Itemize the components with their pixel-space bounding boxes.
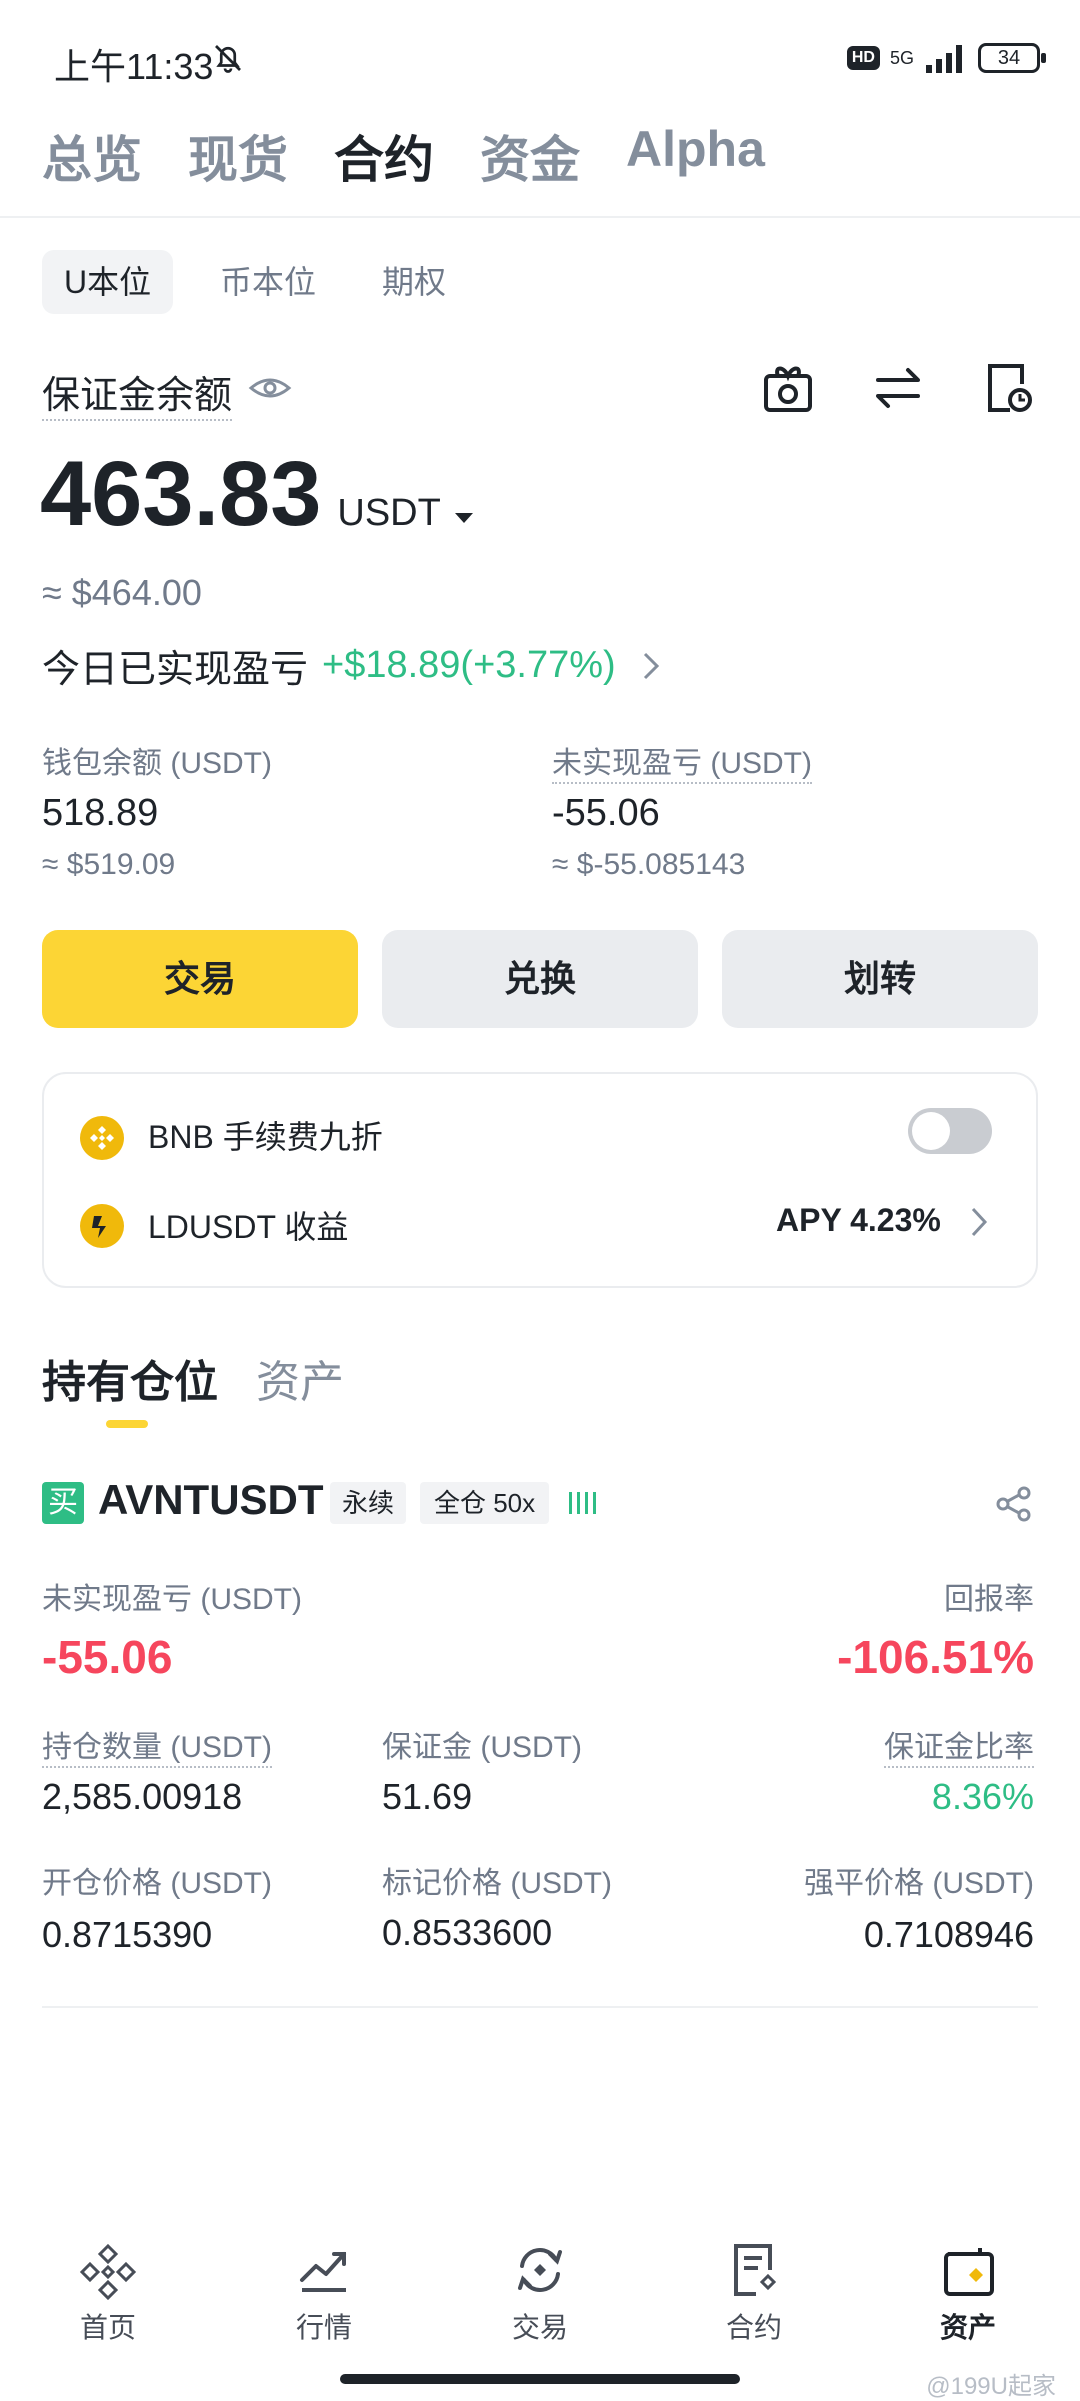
wallet-balance-value: 518.89: [42, 792, 159, 834]
top-tabs: 总览 现货 合约 资金 Alpha: [42, 120, 765, 192]
unrealized-pnl-value: -55.06: [552, 792, 660, 834]
risk-bars-icon: [569, 1492, 596, 1514]
watermark: @199U起家: [926, 2373, 1056, 2400]
bell-muted-icon: [215, 45, 241, 73]
active-tab-indicator: [106, 1420, 148, 1428]
tab-spot[interactable]: 现货: [188, 120, 288, 192]
wallet-icon: [944, 2248, 994, 2296]
mark-price-label: 标记价格 (USDT): [382, 1867, 612, 1900]
roe-value: -106.51%: [837, 1631, 1034, 1683]
status-time: 上午11:33: [54, 46, 214, 87]
margin-ratio-value: 8.36%: [931, 1776, 1034, 1817]
status-icons: HD 5G 34: [846, 40, 1046, 76]
position-pnl-value: -55.06: [42, 1631, 173, 1683]
today-pnl-value: +$18.89(+3.77%): [322, 644, 616, 686]
chevron-right-icon[interactable]: [970, 1206, 988, 1238]
mark-price-value: 0.8533600: [382, 1912, 553, 1953]
margin-approx: ≈ $464.00: [42, 572, 202, 613]
tab-futures[interactable]: 合约: [334, 120, 434, 192]
nav-markets-label: 行情: [295, 2312, 352, 2343]
position-size-value: 2,585.00918: [42, 1776, 243, 1817]
wallet-balance-label: 钱包余额 (USDT): [42, 747, 272, 780]
ldusdt-icon: [80, 1204, 124, 1248]
buy-badge: 买: [42, 1482, 84, 1524]
futures-doc-icon: [734, 2244, 777, 2296]
share-icon[interactable]: [994, 1484, 1034, 1524]
signal-icon: [926, 45, 962, 73]
tab-funding[interactable]: 资金: [480, 120, 580, 192]
eye-icon[interactable]: [248, 370, 292, 406]
bnb-icon: [80, 1116, 124, 1160]
margin-unit[interactable]: USDT: [337, 492, 440, 535]
wallet-balance-approx: ≈ $519.09: [42, 848, 176, 881]
position-symbol[interactable]: AVNTUSDT: [98, 1476, 324, 1524]
caret-down-icon[interactable]: [453, 511, 475, 525]
tab-positions[interactable]: 持有仓位: [42, 1346, 218, 1410]
home-indicator[interactable]: [340, 2374, 740, 2384]
network-label: 5G: [889, 48, 914, 68]
entry-price-label: 开仓价格 (USDT): [42, 1867, 272, 1900]
nav-trade-label: 交易: [511, 2312, 568, 2343]
position-size-label[interactable]: 持仓数量 (USDT): [42, 1722, 272, 1768]
nav-assets-label: 资产: [939, 2312, 996, 2343]
binance-home-icon: [79, 2243, 137, 2300]
ldusdt-label: LDUSDT 收益: [148, 1209, 349, 1245]
margin-value-row: 463.83 USDT: [40, 442, 475, 547]
unrealized-pnl-label[interactable]: 未实现盈亏 (USDT): [552, 738, 812, 784]
liquidation-price-label: 强平价格 (USDT): [804, 1867, 1034, 1900]
nav-futures-label: 合约: [725, 2312, 782, 2343]
tab-alpha[interactable]: Alpha: [626, 120, 765, 192]
subtab-coinm[interactable]: 币本位: [198, 250, 338, 314]
toggle-knob: [912, 1112, 950, 1150]
position-pnl-label: 未实现盈亏 (USDT): [42, 1583, 302, 1616]
unrealized-pnl-approx: ≈ $-55.085143: [552, 848, 746, 881]
swap-arrows-icon[interactable]: [870, 360, 926, 416]
position-margin-label: 保证金 (USDT): [382, 1731, 582, 1764]
transfer-button[interactable]: 划转: [722, 930, 1038, 1028]
margin-ratio-label[interactable]: 保证金比率: [884, 1722, 1034, 1768]
liquidation-price-value: 0.7108946: [863, 1914, 1034, 1955]
margin-value: 463.83: [40, 443, 322, 545]
bnb-fee-label: BNB 手续费九折: [148, 1119, 383, 1155]
ldusdt-apy[interactable]: APY 4.23%: [776, 1202, 941, 1239]
tab-assets[interactable]: 资产: [256, 1346, 344, 1410]
nav-home[interactable]: 首页: [38, 2240, 178, 2346]
tab-overview[interactable]: 总览: [42, 120, 142, 192]
fee-earn-card: [42, 1072, 1038, 1288]
perpetual-tag: 永续: [330, 1482, 407, 1524]
nav-home-label: 首页: [79, 2312, 136, 2343]
subtab-options[interactable]: 期权: [360, 250, 468, 314]
header-divider: [0, 216, 1080, 218]
margin-balance-label[interactable]: 保证金余额: [42, 364, 233, 421]
chart-trend-icon: [300, 2252, 346, 2292]
trade-button[interactable]: 交易: [42, 930, 358, 1028]
convert-button[interactable]: 兑换: [382, 930, 698, 1028]
roe-label: 回报率: [944, 1583, 1034, 1616]
position-margin-value: 51.69: [382, 1776, 473, 1817]
order-history-icon[interactable]: [980, 360, 1036, 416]
position-divider: [42, 2006, 1038, 2008]
today-pnl-row[interactable]: 今日已实现盈亏 +$18.89(+3.77%): [42, 638, 660, 693]
today-pnl-label: 今日已实现盈亏: [42, 649, 309, 691]
nav-futures[interactable]: 合约: [684, 2240, 824, 2346]
nav-assets[interactable]: 资产: [898, 2240, 1038, 2346]
chevron-right-icon: [643, 652, 659, 679]
gift-camera-icon[interactable]: [760, 360, 816, 416]
battery-icon: 34: [978, 43, 1046, 73]
nav-trade[interactable]: 交易: [470, 2240, 610, 2346]
cross-leverage-tag[interactable]: 全仓 50x: [420, 1482, 550, 1524]
bnb-fee-toggle[interactable]: [908, 1108, 992, 1154]
nav-markets[interactable]: 行情: [254, 2240, 394, 2346]
trade-cycle-icon: [518, 2248, 562, 2292]
subtab-usdm[interactable]: U本位: [42, 250, 174, 314]
hd-badge: HD: [846, 46, 880, 70]
entry-price-value: 0.8715390: [42, 1914, 213, 1955]
